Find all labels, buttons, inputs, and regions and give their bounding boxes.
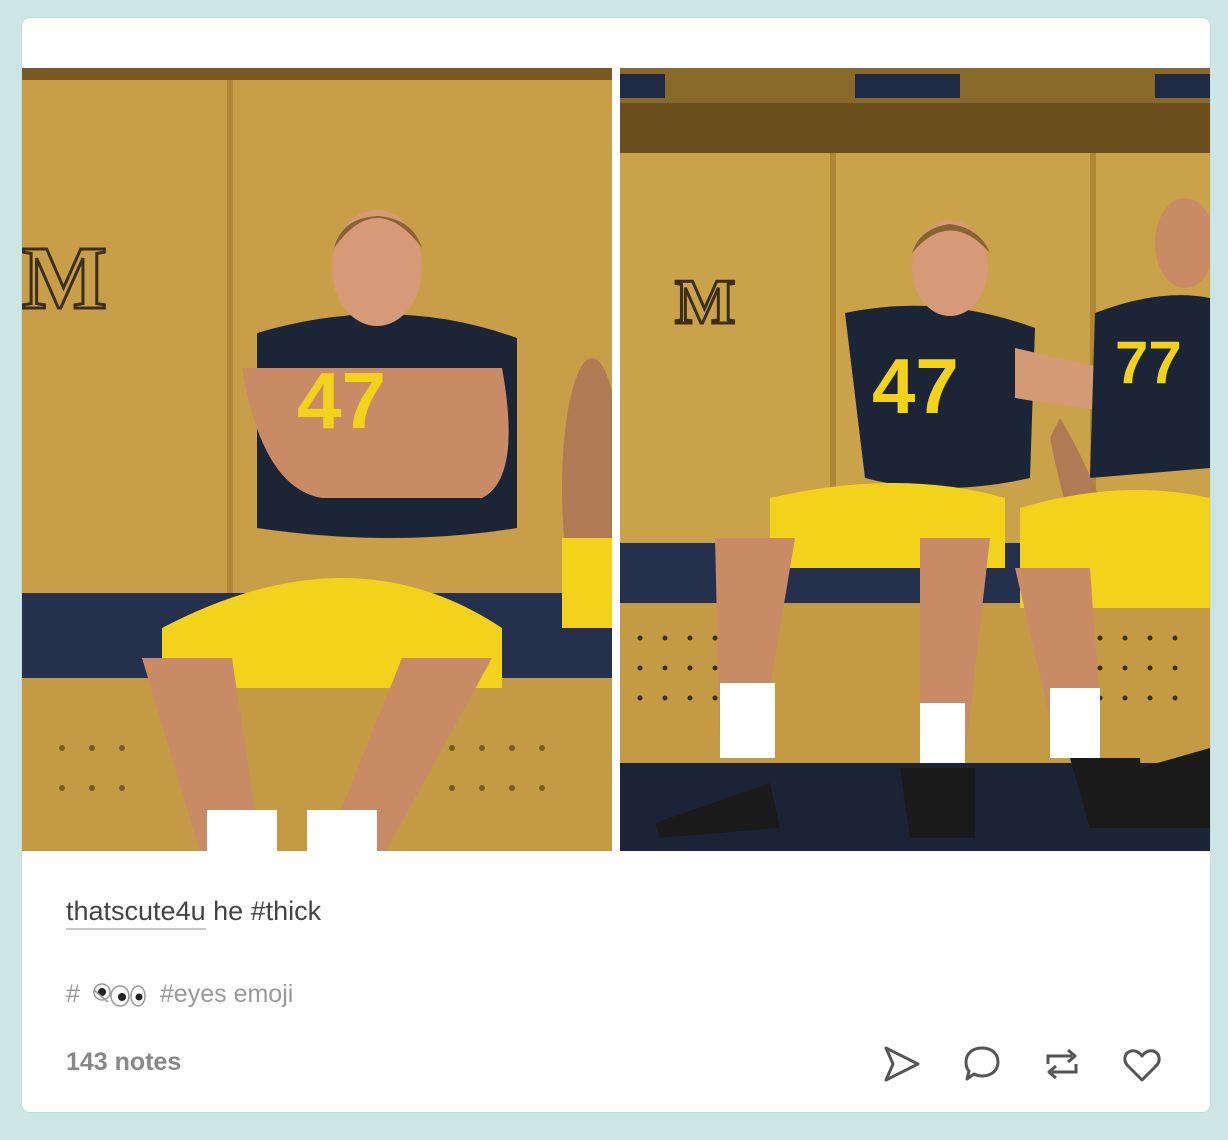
tag-eyes-emoji[interactable]: #eyes emoji bbox=[160, 980, 293, 1009]
heart-icon bbox=[1123, 1049, 1161, 1082]
share-button[interactable] bbox=[880, 1042, 924, 1086]
post-actions bbox=[880, 1042, 1164, 1086]
tag-prefix: # bbox=[66, 980, 80, 1008]
like-button[interactable] bbox=[1120, 1042, 1164, 1086]
post-card: M 47 M 47 77 thatscute4u he #thick # #ey… bbox=[22, 18, 1210, 1112]
username-link[interactable]: thatscute4u bbox=[66, 896, 206, 930]
notes-count[interactable]: 143 notes bbox=[66, 1048, 181, 1077]
reblog-button[interactable] bbox=[1040, 1042, 1084, 1086]
svg-text:47: 47 bbox=[297, 356, 386, 445]
speech-bubble-icon bbox=[964, 1046, 1000, 1081]
post-caption: thatscute4u he #thick bbox=[66, 896, 322, 930]
svg-text:47: 47 bbox=[872, 342, 959, 430]
eyes-emoji-icon bbox=[93, 982, 146, 1007]
reblog-icon bbox=[1046, 1048, 1078, 1080]
svg-text:M: M bbox=[22, 229, 107, 328]
reply-button[interactable] bbox=[960, 1042, 1004, 1086]
svg-text:77: 77 bbox=[1115, 329, 1182, 396]
photoset: M 47 M 47 77 bbox=[22, 68, 1210, 851]
tag-list: # #eyes emoji bbox=[66, 980, 293, 1009]
photo-left[interactable]: M 47 bbox=[22, 68, 612, 851]
paper-plane-icon bbox=[884, 1046, 920, 1082]
svg-text:M: M bbox=[675, 266, 735, 337]
photo-right[interactable]: M 47 77 bbox=[620, 68, 1210, 851]
caption-text: he #thick bbox=[205, 896, 322, 926]
tag-eyes-glyph[interactable]: # bbox=[66, 980, 146, 1009]
